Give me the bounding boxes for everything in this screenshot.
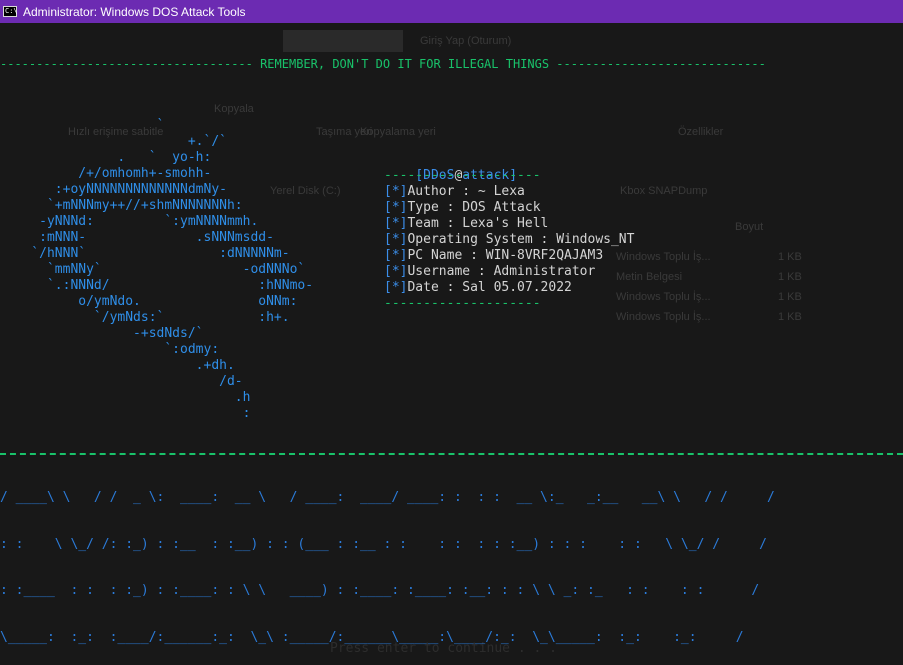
info-row-marker: [*]: [384, 216, 408, 231]
skull-line: `: [0, 118, 165, 133]
ghost-toolbar-2: Kopyala: [214, 103, 254, 115]
skull-line: /d-: [0, 374, 243, 389]
info-row-marker: [*]: [384, 232, 408, 247]
info-row-text: Author : ~ Lexa: [407, 184, 525, 199]
info-row-text: Username : Administrator: [407, 264, 596, 279]
banner-line: / ____\ \ / / _ \: ____: __ \ / ____: __…: [0, 490, 775, 505]
info-row: [*]Author : ~ Lexa: [384, 184, 525, 200]
skull-line: `+mNNNmy++//+shmNNNNNNNh:: [0, 198, 243, 213]
window-titlebar[interactable]: C:\ Administrator: Windows DOS Attack To…: [0, 0, 903, 23]
skull-line: /+/omhomh+-smohh-: [0, 166, 212, 181]
ghost-size-4: 1 KB: [778, 311, 802, 323]
banner-line: : :____ : : : :_) : :____: : \ \ ____) :…: [0, 583, 760, 598]
skull-line: .h: [0, 390, 251, 405]
console-area[interactable]: Giriş Yap (Oturum) Hızlı erişime sabitle…: [0, 23, 903, 665]
skull-line: `.:NNNd/ :hNNmo-: [0, 278, 314, 293]
skull-line: . ` yo-h:: [0, 150, 212, 165]
cmd-icon: C:\: [3, 6, 18, 17]
skull-line: :: [0, 406, 251, 421]
skull-line: :+oyNNNNNNNNNNNNNdmNy-: [0, 182, 227, 197]
info-row-marker: [*]: [384, 280, 408, 295]
info-row: [*]Date : Sal 05.07.2022: [384, 280, 572, 296]
info-row: [*]Type : DOS Attack: [384, 200, 541, 216]
ghost-size-1: 1 KB: [778, 251, 802, 263]
info-row: [*]Team : Lexa's Hell: [384, 216, 548, 232]
skull-line: -yNNNd: `:ymNNNNmmh.: [0, 214, 259, 229]
info-row-marker: [*]: [384, 264, 408, 279]
skull-line: o/ymNdo. oNNm:: [0, 294, 298, 309]
window-title: Administrator: Windows DOS Attack Tools: [23, 4, 246, 19]
continue-prompt: Press enter to continue . . .: [330, 641, 557, 656]
ghost-size-3: 1 KB: [778, 291, 802, 303]
skull-line: -+sdNds/`: [0, 326, 204, 341]
info-row-text: Operating System : Windows_NT: [407, 232, 635, 247]
ghost-file-2: Metin Belgesi: [616, 271, 683, 283]
remember-line: ----------------------------------- REME…: [0, 57, 766, 71]
info-separator-bottom: --------------------: [384, 296, 541, 311]
skull-line: :mNNN- .sNNNmsdd-: [0, 230, 274, 245]
skull-line: .+dh.: [0, 358, 235, 373]
info-row-marker: [*]: [384, 184, 408, 199]
ghost-tab-label: Giriş Yap (Oturum): [420, 35, 512, 47]
info-row: [*]PC Name : WIN-8VRF2QAJAM3: [384, 248, 603, 264]
ghost-file-3: Windows Toplu İş...: [616, 291, 711, 303]
skull-line: `:odmy:: [0, 342, 220, 357]
banner-line: : : \ \_/ /: :_) : :__ : :__) : : (___ :…: [0, 536, 768, 552]
ghost-size-2: 1 KB: [778, 271, 802, 283]
info-row-marker: [*]: [384, 200, 408, 215]
info-separator-top: --------------------: [384, 168, 541, 183]
info-row-text: Date : Sal 05.07.2022: [407, 280, 572, 295]
skull-line: `/ymNds:` :h+.: [0, 310, 290, 325]
ghost-file-4: Windows Toplu İş...: [616, 311, 711, 323]
ghost-column: Boyut: [735, 221, 764, 233]
skull-line: `/hNNN` :dNNNNNm-: [0, 246, 290, 261]
info-row: [*]Username : Administrator: [384, 264, 595, 280]
ghost-breadcrumb: Yerel Disk (C:): [270, 185, 341, 197]
ascii-banner: / ____\ \ / / _ \: ____: __ \ / ____: __…: [0, 459, 775, 665]
ghost-toolbar-4: Kopyalama yeri: [360, 126, 436, 138]
banner-divider: [0, 453, 903, 457]
info-row: [*]Operating System : Windows_NT: [384, 232, 634, 248]
info-row-text: PC Name : WIN-8VRF2QAJAM3: [407, 248, 604, 263]
info-row-text: Team : Lexa's Hell: [407, 216, 549, 231]
skull-line: `mmNNy` -odNNNo`: [0, 262, 306, 277]
ghost-toolbar-5: Özellikler: [678, 126, 724, 138]
info-row-text: Type : DOS Attack: [407, 200, 541, 215]
info-row-marker: [*]: [384, 248, 408, 263]
skull-line: +.`/`: [0, 134, 227, 149]
ghost-search: Kbox SNAPDump: [620, 185, 708, 197]
ghost-tab: [283, 30, 403, 52]
ghost-file-1: Windows Toplu İş...: [616, 251, 711, 263]
